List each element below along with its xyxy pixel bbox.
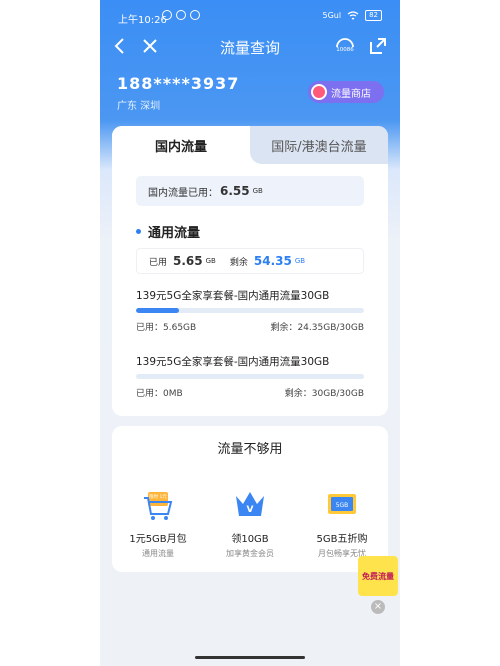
offer-subtitle: 加享黄金会员 [226,549,274,558]
domestic-used-unit: GB [252,187,263,195]
tab-international[interactable]: 国际/港澳台流量 [250,126,388,164]
signal-icon: 5Gul [322,11,342,20]
location: 广东 深圳 [117,101,161,112]
offer-title: 领10GB [231,534,269,545]
package-remain: 剩余：30GB/30GB [284,389,364,399]
bullet-icon [136,229,141,234]
general-used-unit: GB [205,257,216,265]
phone-screen: 上午10:26 5Gul 82 流量查询 10086 188****3937 广… [100,0,400,666]
app-notification-icon [176,10,186,20]
service-label: 10086 [336,47,354,53]
wifi-icon [347,11,359,20]
status-right: 5Gul 82 [322,10,382,21]
general-remain-value: 54.35 [253,254,292,268]
offer-gold-member[interactable]: V 领10GB 加享黄金会员 [204,486,296,559]
domestic-used-value: 6.55 [220,184,250,198]
traffic-card: 国内流量 国际/港澳台流量 国内流量已用： 6.55 GB 通用流量 已用 5.… [112,126,388,416]
not-enough-card: 流量不够用 限时 1元 1元5GB月包 通用流量 V 领10GB 加享黄金会员 [112,426,388,572]
store-icon [311,84,327,100]
general-used-label: 已用 [149,257,168,268]
package-progress-fill [136,308,179,313]
general-traffic-title: 通用流量 [148,226,201,241]
general-traffic-heading: 通用流量 [136,222,200,241]
package-progress-bar [136,308,364,313]
general-remain-unit: GB [294,257,306,265]
cart-badge: 限时 1元 [149,493,167,500]
notification-icons [162,10,200,20]
alarm-icon [162,10,172,20]
coupon-icon: 5GB [328,494,356,514]
traffic-store-button[interactable]: 流量商店 [308,81,384,103]
floating-promo[interactable]: 免费流量 [358,556,398,596]
domestic-used-label: 国内流量已用： [148,187,218,199]
general-remain-label: 剩余 [229,257,248,268]
package-used: 已用：5.65GB [136,323,197,333]
traffic-tabs: 国内流量 国际/港澳台流量 [112,126,388,164]
status-bar: 上午10:26 5Gul 82 [100,0,400,30]
package-name: 139元5G全家享套餐-国内通用流量30GB [136,290,330,302]
offer-title: 1元5GB月包 [129,534,187,545]
status-time: 上午10:26 [118,15,167,26]
cart-icon: 限时 1元 [144,492,173,520]
offer-half-price[interactable]: 5GB 5GB五折购 月包畅享无忧 [296,486,388,559]
offer-monthly-pack[interactable]: 限时 1元 1元5GB月包 通用流量 [112,486,204,559]
close-icon[interactable]: × [371,600,385,614]
navigation-bar: 流量查询 10086 [100,30,400,62]
battery-icon: 82 [365,10,382,21]
package-name: 139元5G全家享套餐-国内通用流量30GB [136,356,330,368]
share-icon[interactable] [368,36,388,56]
crown-icon: V [236,492,264,516]
offer-title: 5GB五折购 [316,534,368,545]
domestic-used-summary: 国内流量已用： 6.55 GB [136,176,364,206]
general-used-value: 5.65 [173,254,203,268]
not-enough-title: 流量不够用 [217,442,283,457]
customer-service-icon[interactable]: 10086 [334,36,356,58]
coupon-badge: 5GB [336,502,349,509]
traffic-store-label: 流量商店 [331,88,371,100]
offer-subtitle: 通用流量 [142,549,174,558]
phone-number: 188****3937 [117,74,240,93]
tab-domestic[interactable]: 国内流量 [112,126,250,164]
message-notification-icon [190,10,200,20]
home-indicator[interactable] [195,656,305,659]
general-traffic-summary: 已用 5.65 GB 剩余 54.35 GB [136,248,364,274]
package-remain: 剩余：24.35GB/30GB [270,323,364,333]
package-used: 已用：0MB [136,389,183,399]
crown-badge: V [247,505,254,515]
package-progress-bar [136,374,364,379]
